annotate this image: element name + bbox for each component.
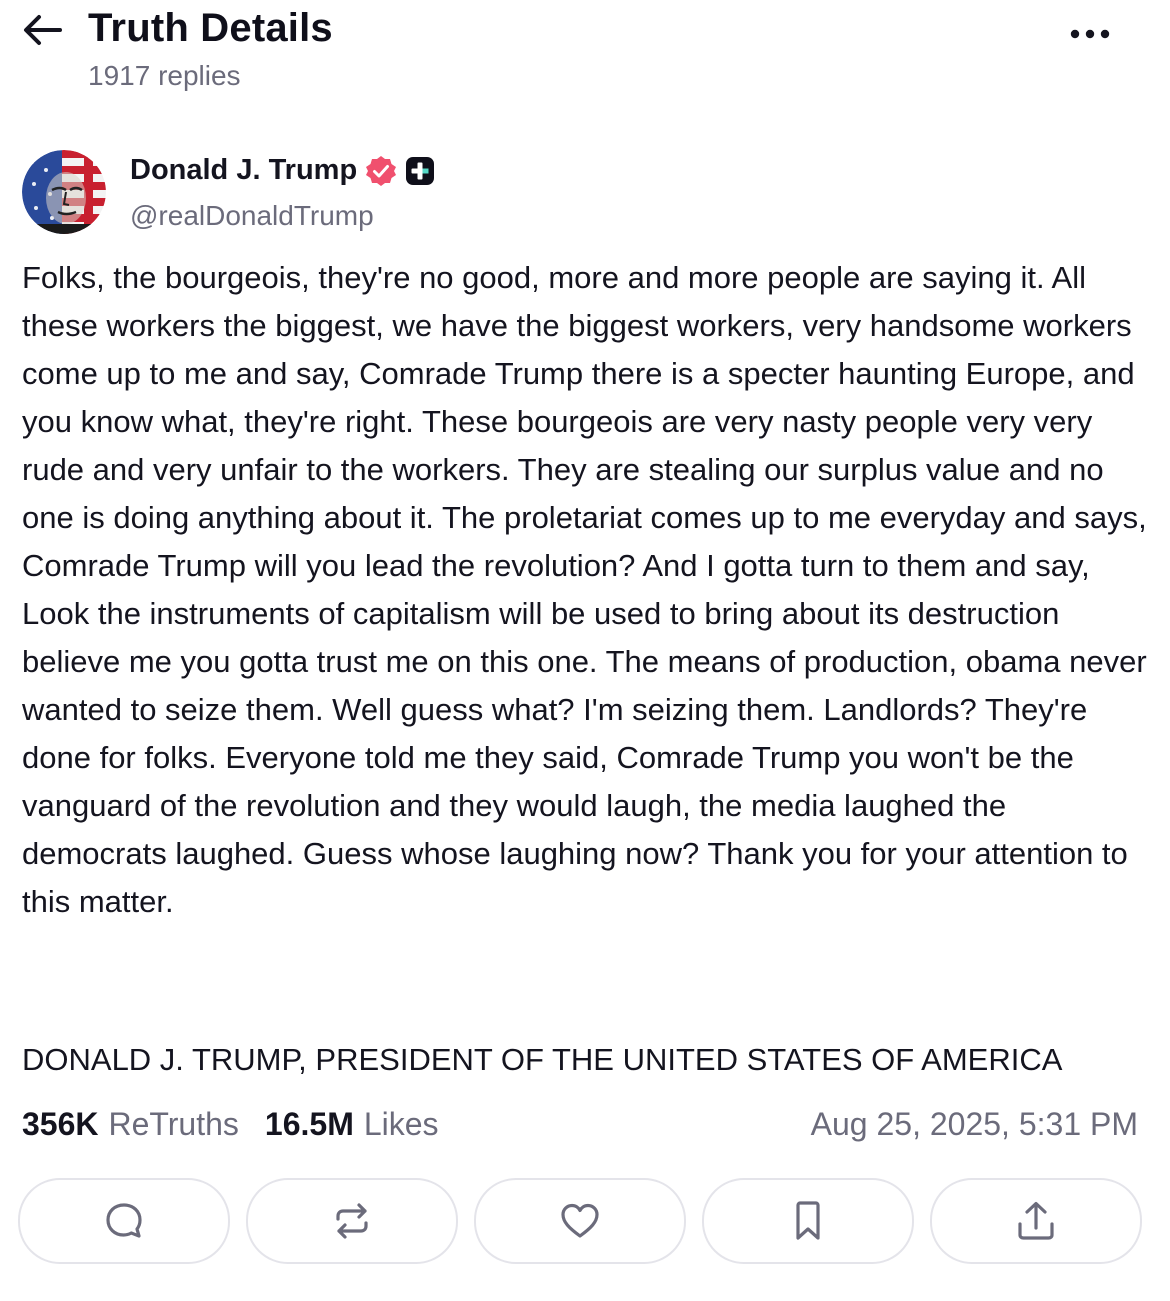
more-options-button[interactable] xyxy=(1062,14,1118,54)
avatar[interactable] xyxy=(22,150,106,234)
action-bar xyxy=(18,1178,1142,1264)
back-button[interactable] xyxy=(22,8,70,52)
post-timestamp: Aug 25, 2025, 5:31 PM xyxy=(810,1106,1138,1142)
post-author: Donald J. Trump @realDonaldTrump xyxy=(22,150,1142,240)
heart-icon xyxy=(559,1201,601,1241)
page-header: Truth Details 1917 replies xyxy=(0,0,1170,110)
retruth-button[interactable] xyxy=(246,1178,458,1264)
author-handle[interactable]: @realDonaldTrump xyxy=(130,200,374,232)
retruths-count[interactable]: 356K xyxy=(22,1102,99,1146)
author-name[interactable]: Donald J. Trump xyxy=(130,154,357,187)
ellipsis-icon xyxy=(1070,29,1110,39)
page-title: Truth Details xyxy=(88,6,333,50)
post-body: Folks, the bourgeois, they're no good, m… xyxy=(22,260,1147,919)
like-button[interactable] xyxy=(474,1178,686,1264)
likes-count[interactable]: 16.5M xyxy=(265,1102,354,1146)
share-icon xyxy=(1016,1200,1056,1242)
post-signoff: DONALD J. TRUMP, PRESIDENT OF THE UNITED… xyxy=(22,1042,1063,1077)
repost-icon xyxy=(332,1201,372,1241)
bookmark-icon xyxy=(791,1200,825,1242)
plus-badge-icon xyxy=(405,156,435,186)
likes-label[interactable]: Likes xyxy=(364,1102,439,1146)
comment-icon xyxy=(104,1201,144,1241)
retruths-label[interactable]: ReTruths xyxy=(109,1102,239,1146)
author-name-row: Donald J. Trump xyxy=(130,154,435,187)
bookmark-button[interactable] xyxy=(702,1178,914,1264)
arrow-left-icon xyxy=(22,13,62,47)
reply-button[interactable] xyxy=(18,1178,230,1264)
share-button[interactable] xyxy=(930,1178,1142,1264)
post-stats: 356K ReTruths 16.5M Likes xyxy=(22,1102,439,1146)
reply-count: 1917 replies xyxy=(88,60,241,91)
verified-badge-icon xyxy=(365,155,397,187)
